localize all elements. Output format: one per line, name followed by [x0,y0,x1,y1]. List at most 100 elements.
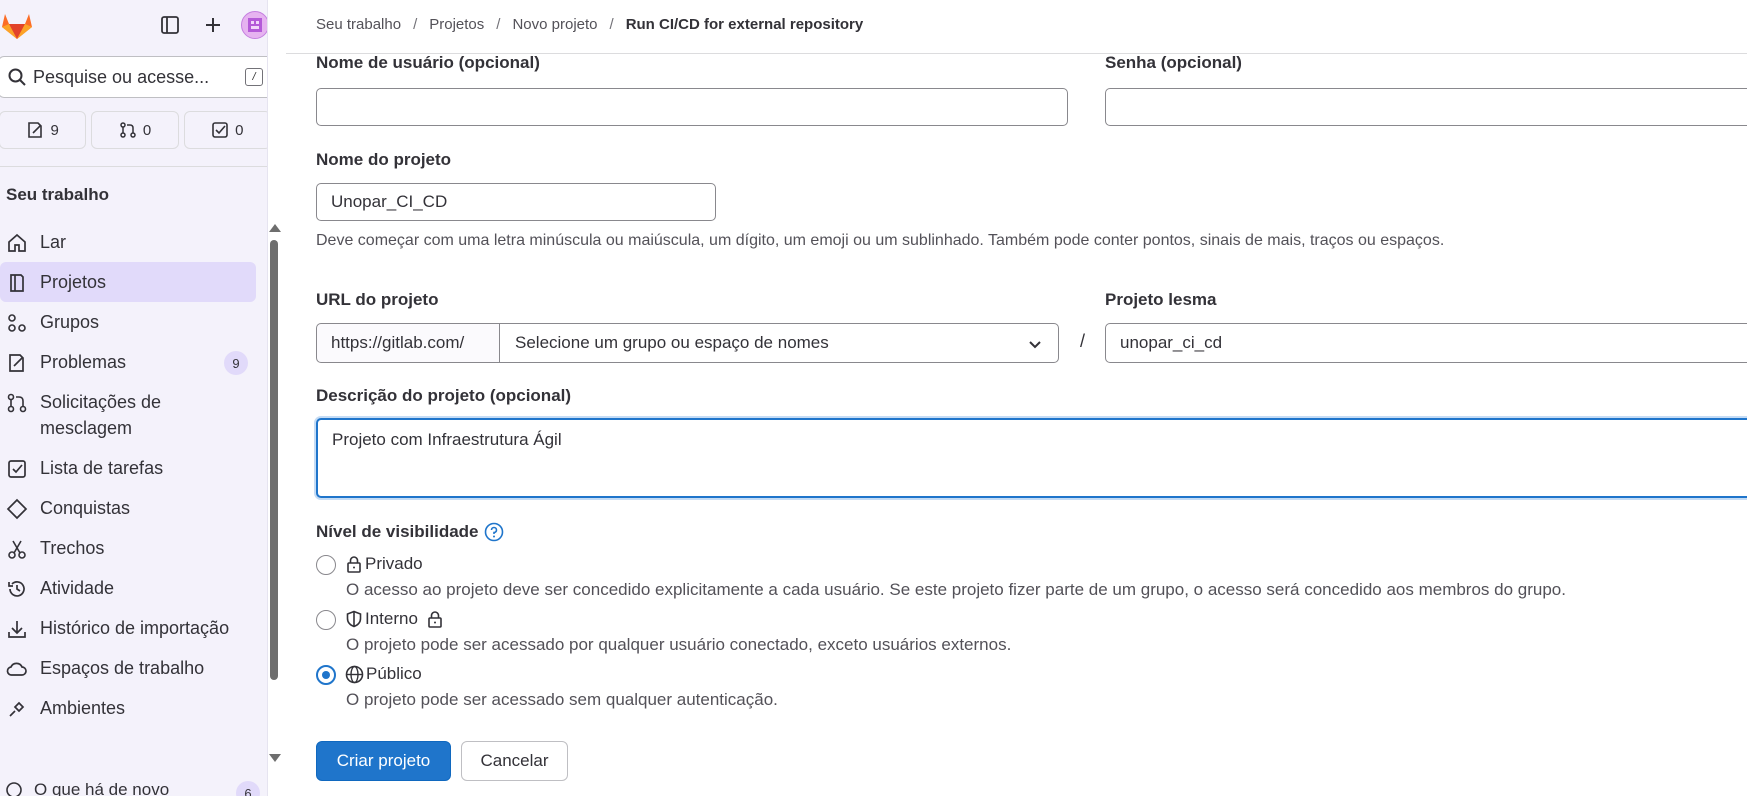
gitlab-logo-icon[interactable] [0,10,34,40]
sidebar-scroll-up-arrow[interactable] [269,224,281,232]
sidebar-header [0,0,267,50]
home-icon [8,233,26,252]
sidebar-item-workspaces[interactable]: Espaços de trabalho [0,648,258,688]
project-slug-field[interactable]: unopar_ci_cd [1105,323,1747,363]
visibility-label: Nível de visibilidade [316,522,479,541]
project-name-help: Deve começar com uma letra minúscula ou … [316,232,1445,249]
visibility-public-description: O projeto pode ser acessado sem qualquer… [346,690,778,709]
project-url-label: URL do projeto [316,290,439,309]
issues-icon [9,354,24,372]
sidebar-item-label: Atividade [40,578,115,598]
sidebar-item-projects[interactable]: Projetos [0,262,256,302]
todo-icon [212,122,228,138]
visibility-private-radio[interactable] [316,555,336,575]
breadcrumb-projects[interactable]: Projetos [429,16,484,33]
breadcrumb-current[interactable]: Run CI/CD for external repository [626,16,864,33]
sidebar-item-home[interactable]: Lar [0,222,258,262]
visibility-internal-option[interactable]: Interno [345,609,444,629]
sidebar-nav: Lar Projetos Grupos Problemas 9 Solicita… [0,222,258,728]
description-textarea[interactable]: Projeto com Infraestrutura Ágil [316,418,1747,498]
merge-requests-count-button[interactable]: 0 [91,111,179,149]
sidebar-item-merge-requests[interactable]: Solicitações de mesclagem [0,382,258,448]
issues-count: 9 [50,121,59,139]
globe-icon [345,665,364,683]
sidebar-item-label: Problemas [40,352,127,372]
chevron-down-icon [1029,341,1041,349]
issues-count-button[interactable]: 9 [0,111,87,149]
top-bar: Seu trabalho / Projetos / Novo projeto /… [286,0,1747,54]
sidebar-item-label: Solicitações de mesclagem [40,392,162,438]
password-field[interactable] [1105,88,1747,126]
sidebar-item-activity[interactable]: Atividade [0,568,258,608]
lock-icon [428,611,442,628]
project-url-prefix: https://gitlab.com/ [316,323,500,363]
sidebar-item-snippets[interactable]: Trechos [0,528,258,568]
search-placeholder: Pesquise ou acesse... [33,66,210,87]
history-icon [8,581,25,597]
shield-icon [346,610,362,628]
whats-new-item[interactable]: O que há de novo 6 [0,775,267,796]
breadcrumb-separator: / [496,16,501,33]
sidebar-item-groups[interactable]: Grupos [0,302,258,342]
workspace-icon [6,662,27,676]
sidebar-item-label: Ambientes [40,698,126,718]
sidebar-item-label: Projetos [40,272,107,292]
sidebar-item-achievements[interactable]: Conquistas [0,488,258,528]
snippet-icon [8,540,26,559]
import-icon [8,621,26,638]
visibility-private-option[interactable]: Privado [345,554,423,574]
visibility-public-label: Público [366,664,422,683]
visibility-internal-radio[interactable] [316,610,336,630]
sidebar-item-environments[interactable]: Ambientes [0,688,258,728]
sidebar-item-label: Trechos [40,538,105,558]
toggle-sidebar-icon[interactable] [156,11,184,39]
sidebar-item-label: Grupos [40,312,100,332]
merge-request-icon [120,122,136,138]
namespace-placeholder: Selecione um grupo ou espaço de nomes [515,333,829,352]
project-name-field[interactable]: Unopar_CI_CD [316,183,716,221]
project-slug-label: Projeto lesma [1105,290,1217,309]
issues-icon [28,122,43,138]
sidebar-item-label: Lista de tarefas [40,458,164,478]
sidebar-item-label: Histórico de importação [40,618,230,638]
create-new-icon[interactable] [199,11,227,39]
cancel-button[interactable]: Cancelar [461,741,568,781]
sidebar-section-title: Seu trabalho [6,185,109,204]
visibility-private-description: O acesso ao projeto deve ser concedido e… [346,580,1566,599]
breadcrumb-new-project[interactable]: Novo projeto [512,16,597,33]
sidebar-item-label: Conquistas [40,498,131,518]
sidebar-scrollbar-thumb[interactable] [270,240,278,680]
help-icon[interactable] [484,522,504,542]
sidebar-item-issues[interactable]: Problemas 9 [0,342,258,382]
whats-new-label: O que há de novo [34,780,170,796]
rocket-icon [6,782,22,796]
visibility-public-radio[interactable] [316,665,336,685]
user-counts: 9 0 0 [0,111,267,149]
visibility-public-option[interactable]: Público [345,664,422,684]
group-icon [8,314,26,332]
create-project-button[interactable]: Criar projeto [316,741,451,781]
todos-count: 0 [235,121,244,139]
visibility-internal-label: Interno [365,609,418,628]
username-label: Nome de usuário (opcional) [316,53,540,72]
todos-count-button[interactable]: 0 [183,111,267,149]
whats-new-badge: 6 [236,781,260,796]
search-icon [8,68,26,86]
password-label: Senha (opcional) [1105,53,1242,72]
username-field[interactable] [316,88,1068,126]
lock-icon [347,556,361,573]
sidebar-divider [0,166,267,167]
user-avatar[interactable] [241,11,267,39]
url-separator: / [1080,331,1086,351]
sidebar-item-todos[interactable]: Lista de tarefas [0,448,258,488]
issues-badge: 9 [224,351,248,375]
breadcrumb-your-work[interactable]: Seu trabalho [316,16,401,33]
visibility-internal-description: O projeto pode ser acessado por qualquer… [346,635,1012,654]
sidebar-scroll-down-arrow[interactable] [269,754,281,762]
breadcrumb: Seu trabalho / Projetos / Novo projeto /… [316,16,863,33]
namespace-select[interactable]: Selecione um grupo ou espaço de nomes [499,323,1059,363]
search-input[interactable]: Pesquise ou acesse... / [0,56,267,98]
sidebar-item-import-history[interactable]: Histórico de importação [0,608,258,648]
search-shortcut-key: / [245,68,263,86]
environment-icon [9,701,25,717]
